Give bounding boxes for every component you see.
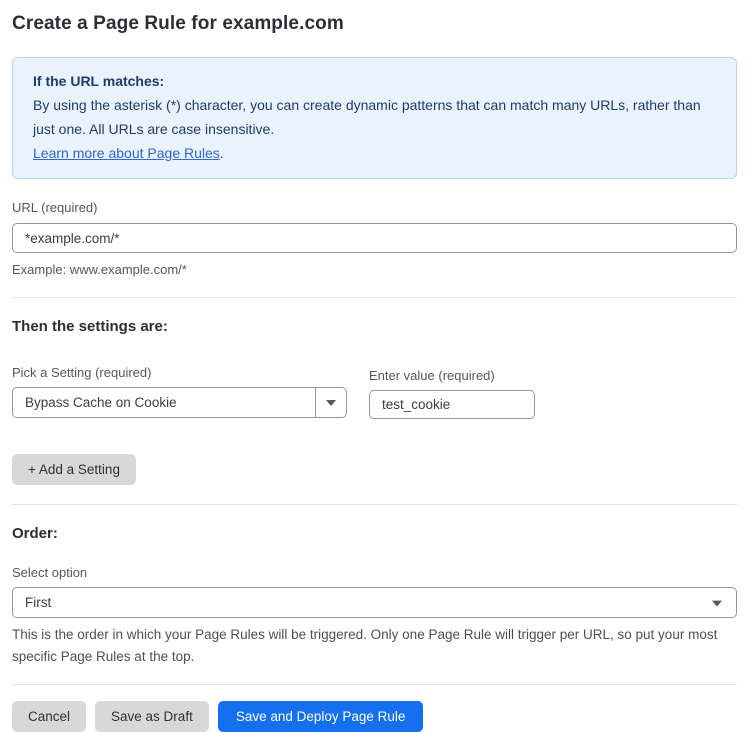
divider — [12, 684, 737, 685]
caret-down-icon — [712, 600, 722, 606]
info-callout-body: By using the asterisk (*) character, you… — [33, 93, 716, 141]
form-actions: Cancel Save as Draft Save and Deploy Pag… — [12, 701, 737, 732]
setting-select-label: Pick a Setting (required) — [12, 365, 347, 380]
divider — [12, 297, 737, 298]
setting-select[interactable]: Bypass Cache on Cookie — [12, 387, 347, 418]
value-field-label: Enter value (required) — [369, 368, 535, 383]
save-deploy-button[interactable]: Save and Deploy Page Rule — [218, 701, 424, 732]
save-draft-button[interactable]: Save as Draft — [95, 701, 209, 732]
url-match-info-callout: If the URL matches: By using the asteris… — [12, 57, 737, 179]
page-title: Create a Page Rule for example.com — [12, 13, 737, 35]
setting-value-input[interactable] — [369, 390, 535, 419]
setting-value-column: Enter value (required) — [369, 346, 535, 419]
setting-select-value: Bypass Cache on Cookie — [13, 395, 315, 410]
add-setting-button[interactable]: + Add a Setting — [12, 454, 136, 485]
link-period: . — [220, 145, 224, 161]
setting-select-arrow-button[interactable] — [315, 388, 346, 417]
order-select[interactable]: First — [12, 587, 737, 618]
url-field-label: URL (required) — [12, 200, 737, 215]
order-section-heading: Order: — [12, 525, 737, 542]
order-select-value: First — [13, 595, 736, 610]
url-helper-text: Example: www.example.com/* — [12, 260, 737, 280]
cancel-button[interactable]: Cancel — [12, 701, 86, 732]
caret-down-icon — [326, 400, 336, 406]
info-callout-link-line: Learn more about Page Rules. — [33, 141, 716, 165]
create-page-rule-form: Create a Page Rule for example.com If th… — [0, 0, 750, 732]
order-select-label: Select option — [12, 565, 737, 580]
info-callout-heading: If the URL matches: — [33, 69, 716, 93]
setting-row: Pick a Setting (required) Bypass Cache o… — [12, 339, 737, 419]
settings-section-heading: Then the settings are: — [12, 318, 737, 335]
page-rules-link[interactable]: Learn more about Page Rules — [33, 145, 220, 161]
divider — [12, 504, 737, 505]
order-helper-text: This is the order in which your Page Rul… — [12, 624, 737, 668]
url-input[interactable] — [12, 223, 737, 253]
setting-select-column: Pick a Setting (required) Bypass Cache o… — [12, 339, 347, 418]
